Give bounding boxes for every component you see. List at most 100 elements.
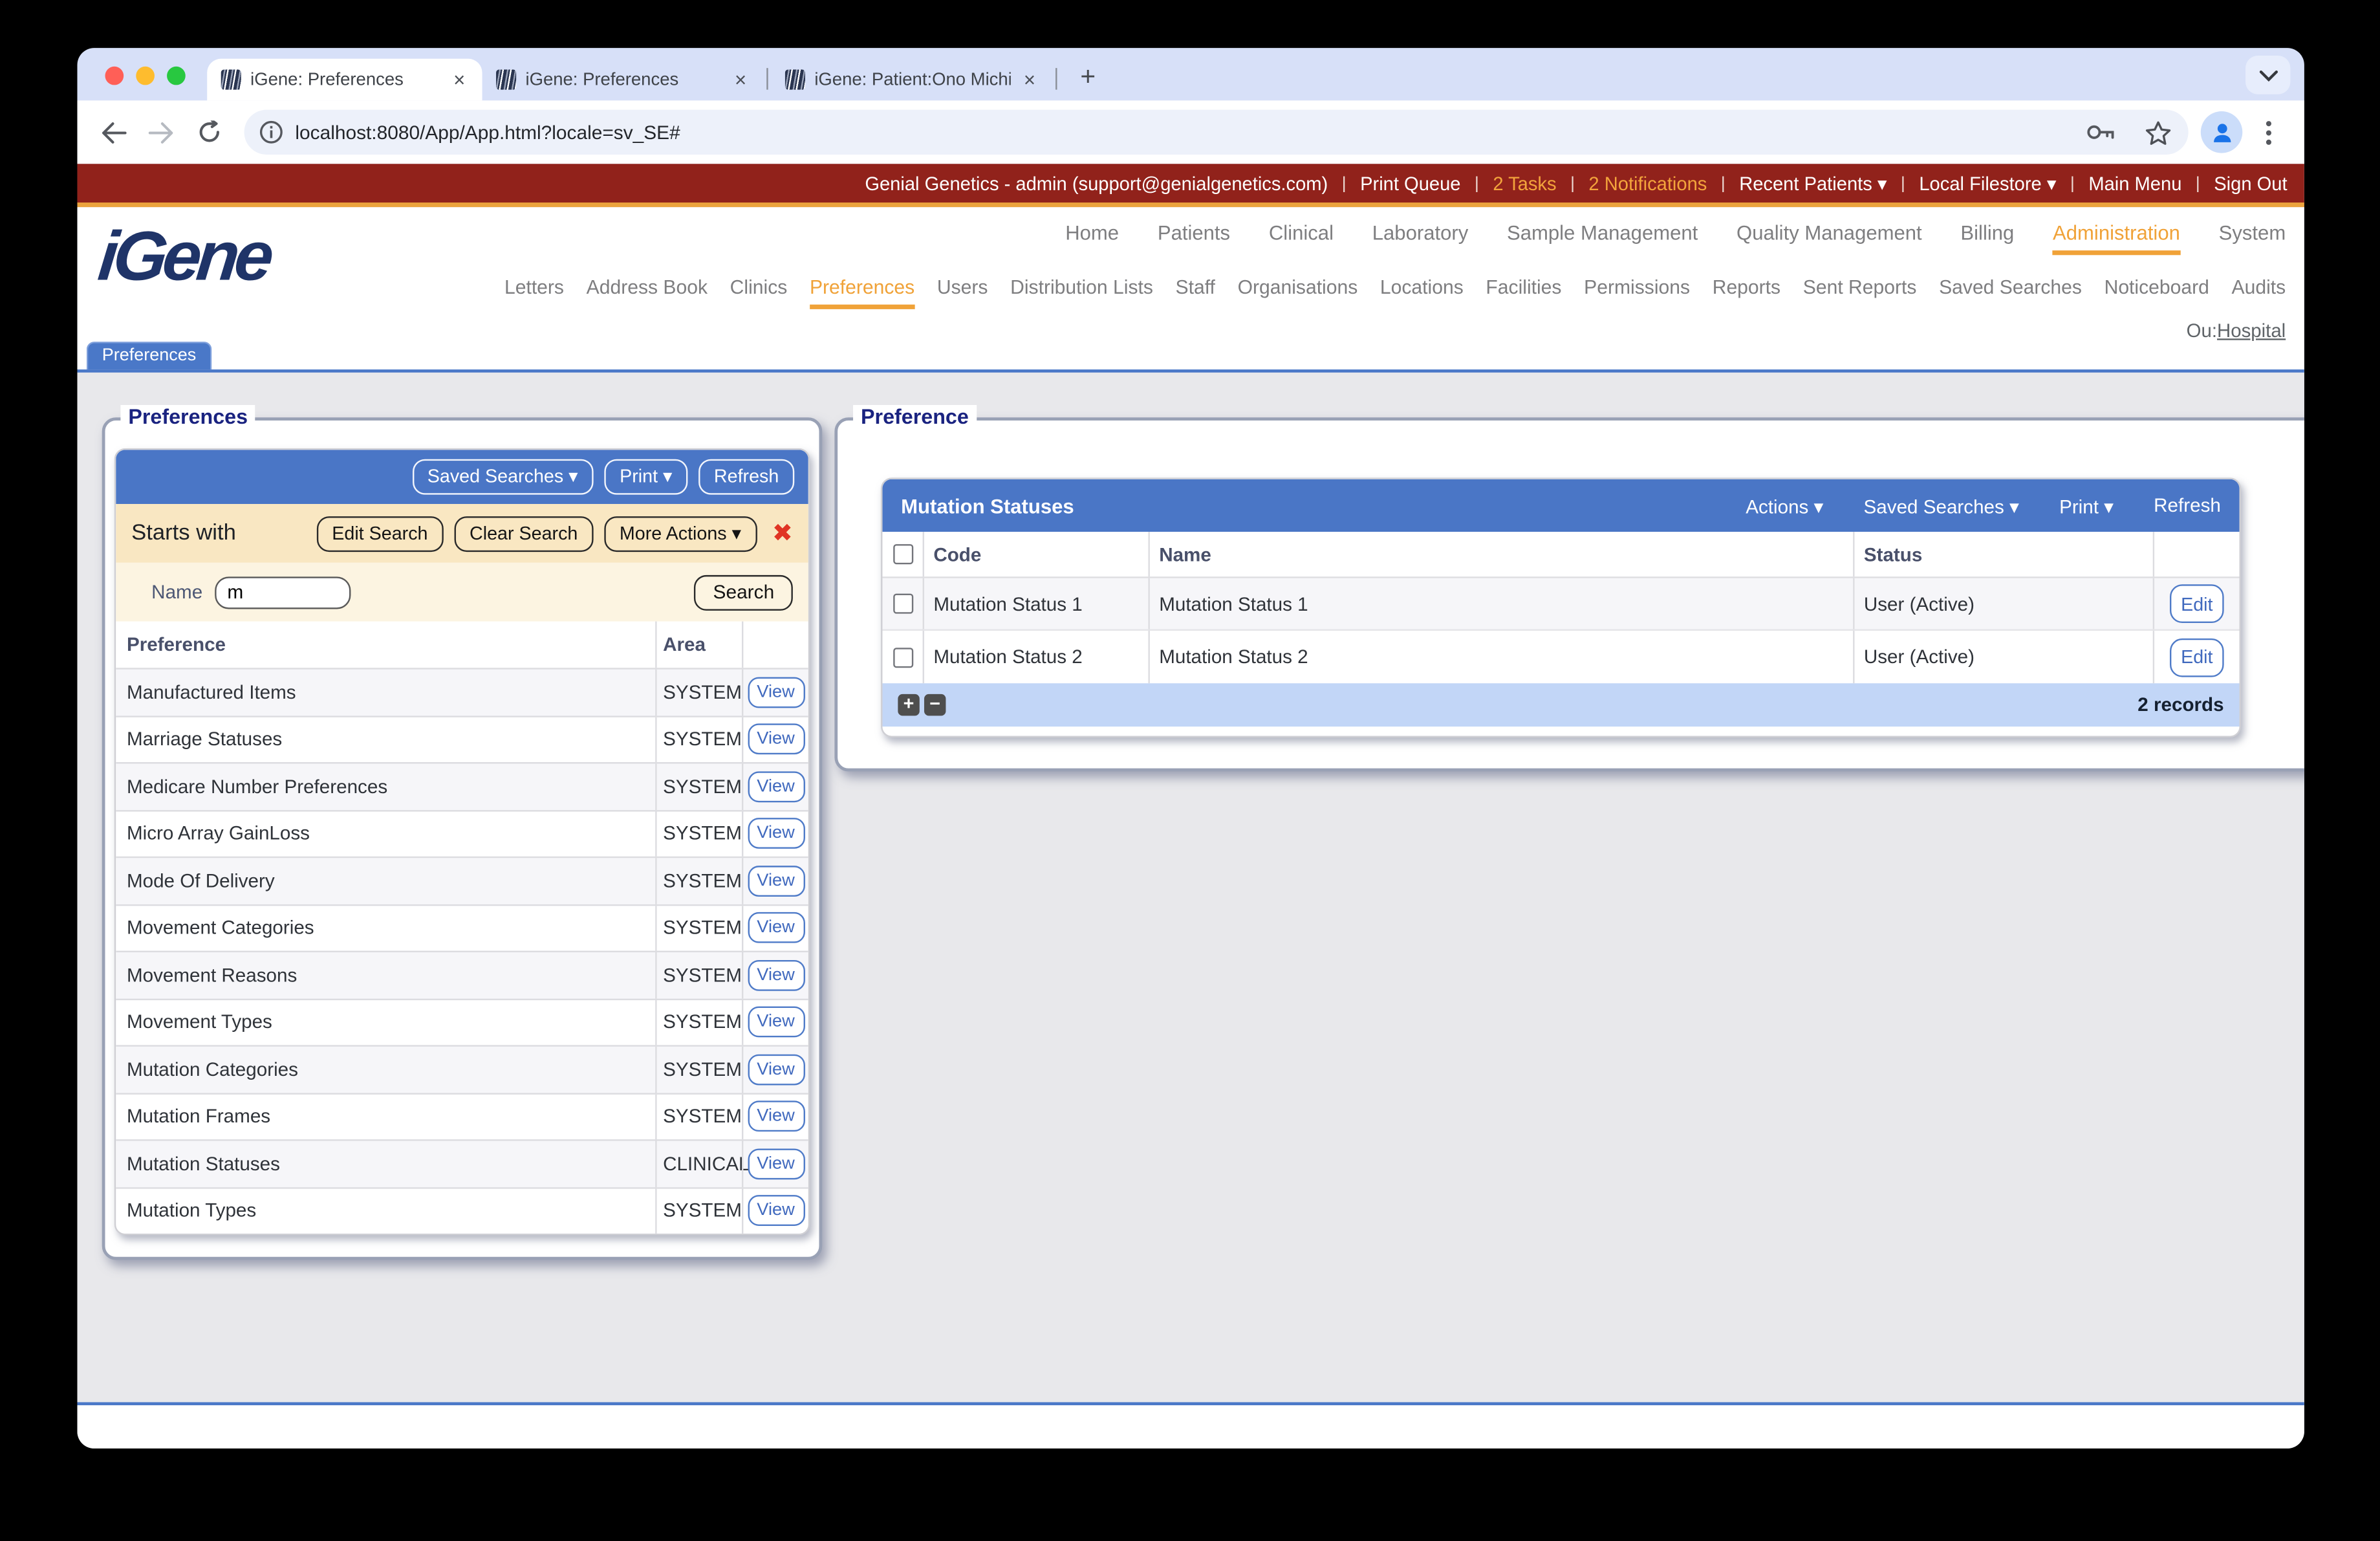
nav-home[interactable]: Home	[1065, 221, 1119, 256]
app-top-bar: Genial Genetics - admin (support@genialg…	[77, 164, 2304, 207]
more-actions-dropdown[interactable]: More Actions ▾	[604, 516, 757, 551]
view-button[interactable]: View	[747, 1101, 804, 1132]
nav-sample-management[interactable]: Sample Management	[1507, 221, 1698, 256]
nav-letters[interactable]: Letters	[504, 277, 564, 309]
search-button[interactable]: Search	[695, 574, 793, 610]
tab-close-icon[interactable]: ×	[731, 68, 750, 91]
nav-locations[interactable]: Locations	[1380, 277, 1464, 309]
secondary-nav: Letters Address Book Clinics Preferences…	[504, 277, 2286, 309]
row-checkbox[interactable]	[892, 647, 913, 667]
traffic-lights	[105, 67, 185, 85]
browser-tab-2[interactable]: iGene: Preferences ×	[482, 59, 764, 101]
nav-organisations[interactable]: Organisations	[1238, 277, 1358, 309]
nav-facilities[interactable]: Facilities	[1486, 277, 1561, 309]
nav-address-book[interactable]: Address Book	[587, 277, 708, 309]
view-button[interactable]: View	[747, 771, 804, 802]
print-queue-link[interactable]: Print Queue	[1360, 172, 1460, 193]
edit-button[interactable]: Edit	[2170, 584, 2224, 623]
edit-search-button[interactable]: Edit Search	[316, 516, 443, 551]
nav-users[interactable]: Users	[937, 277, 988, 309]
browser-tab-3[interactable]: iGene: Patient:Ono Michio ×	[771, 59, 1052, 101]
select-all-checkbox[interactable]	[892, 544, 913, 564]
card-title: Mutation Statuses	[901, 494, 1074, 517]
tab-close-icon[interactable]: ×	[1021, 68, 1039, 91]
nav-clinics[interactable]: Clinics	[730, 277, 788, 309]
local-filestore-dropdown[interactable]: Local Filestore ▾	[1919, 172, 2056, 193]
reload-button[interactable]	[187, 110, 232, 155]
view-button[interactable]: View	[747, 724, 804, 755]
nav-laboratory[interactable]: Laboratory	[1372, 221, 1469, 256]
print-dropdown[interactable]: Print ▾	[2059, 494, 2114, 517]
password-manager-button[interactable]	[2079, 110, 2123, 155]
page-tab-preferences[interactable]: Preferences	[87, 342, 211, 369]
url-text[interactable]: localhost:8080/App/App.html?locale=sv_SE…	[295, 122, 2066, 143]
refresh-button[interactable]: Refresh	[2154, 494, 2221, 517]
nav-saved-searches[interactable]: Saved Searches	[1939, 277, 2082, 309]
remove-row-button[interactable]: −	[924, 694, 946, 716]
nav-quality-management[interactable]: Quality Management	[1736, 221, 1922, 256]
nav-permissions[interactable]: Permissions	[1584, 277, 1690, 309]
tasks-link[interactable]: 2 Tasks	[1493, 172, 1556, 193]
recent-patients-dropdown[interactable]: Recent Patients ▾	[1739, 172, 1887, 193]
tab-title: iGene: Patient:Ono Michio	[814, 71, 1011, 89]
tab-close-icon[interactable]: ×	[450, 68, 468, 91]
view-button[interactable]: View	[747, 912, 804, 943]
print-dropdown[interactable]: Print ▾	[604, 459, 687, 495]
col-status: Status	[1853, 532, 2153, 576]
row-checkbox[interactable]	[892, 594, 913, 614]
sign-out-link[interactable]: Sign Out	[2214, 172, 2287, 193]
preference-name: Movement Types	[116, 1000, 655, 1045]
status-code: Mutation Status 2	[923, 631, 1149, 683]
add-row-button[interactable]: +	[898, 694, 919, 716]
nav-preferences[interactable]: Preferences	[810, 277, 914, 309]
nav-billing[interactable]: Billing	[1960, 221, 2014, 256]
nav-audits[interactable]: Audits	[2232, 277, 2286, 309]
star-icon	[2145, 120, 2172, 144]
edit-button[interactable]: Edit	[2170, 638, 2224, 677]
saved-searches-dropdown[interactable]: Saved Searches ▾	[412, 459, 594, 495]
name-filter-input[interactable]	[215, 576, 351, 608]
refresh-button[interactable]: Refresh	[698, 459, 794, 495]
tab-search-chevron-button[interactable]	[2245, 56, 2290, 94]
close-window-button[interactable]	[105, 67, 124, 85]
nav-sent-reports[interactable]: Sent Reports	[1803, 277, 1917, 309]
minimize-window-button[interactable]	[136, 67, 155, 85]
bookmark-button[interactable]	[2136, 110, 2180, 155]
ou-hospital-link[interactable]: Hospital	[2217, 320, 2286, 342]
clear-search-button[interactable]: Clear Search	[454, 516, 593, 551]
col-area: Area	[655, 622, 742, 668]
omnibox[interactable]: localhost:8080/App/App.html?locale=sv_SE…	[244, 110, 2189, 155]
preference-name: Mutation Frames	[116, 1094, 655, 1139]
nav-noticeboard[interactable]: Noticeboard	[2104, 277, 2209, 309]
browser-tab-1[interactable]: iGene: Preferences ×	[207, 59, 482, 101]
view-button[interactable]: View	[747, 866, 804, 897]
zoom-window-button[interactable]	[167, 67, 186, 85]
view-button[interactable]: View	[747, 677, 804, 708]
actions-dropdown[interactable]: Actions ▾	[1746, 494, 1823, 517]
nav-reports[interactable]: Reports	[1713, 277, 1780, 309]
nav-clinical[interactable]: Clinical	[1269, 221, 1334, 256]
view-button[interactable]: View	[747, 959, 804, 990]
notifications-link[interactable]: 2 Notifications	[1588, 172, 1707, 193]
main-menu-link[interactable]: Main Menu	[2088, 172, 2181, 193]
view-button[interactable]: View	[747, 1054, 804, 1085]
nav-staff[interactable]: Staff	[1176, 277, 1215, 309]
nav-administration[interactable]: Administration	[2053, 221, 2180, 256]
forward-button[interactable]	[139, 110, 184, 155]
saved-searches-dropdown[interactable]: Saved Searches ▾	[1864, 494, 2019, 517]
view-button[interactable]: View	[747, 1007, 804, 1038]
nav-patients[interactable]: Patients	[1158, 221, 1230, 256]
preference-area: SYSTEM	[655, 905, 742, 950]
browser-menu-button[interactable]	[2245, 110, 2290, 155]
back-button[interactable]	[91, 110, 136, 155]
close-filter-icon[interactable]: ✖	[772, 518, 793, 549]
tab-separator	[1055, 68, 1057, 89]
preference-name: Movement Reasons	[116, 952, 655, 998]
view-button[interactable]: View	[747, 818, 804, 849]
profile-avatar[interactable]	[2201, 111, 2243, 153]
nav-distribution-lists[interactable]: Distribution Lists	[1010, 277, 1153, 309]
view-button[interactable]: View	[747, 1148, 804, 1179]
view-button[interactable]: View	[747, 1196, 804, 1227]
new-tab-button[interactable]: +	[1070, 59, 1107, 96]
nav-system[interactable]: System	[2219, 221, 2286, 256]
